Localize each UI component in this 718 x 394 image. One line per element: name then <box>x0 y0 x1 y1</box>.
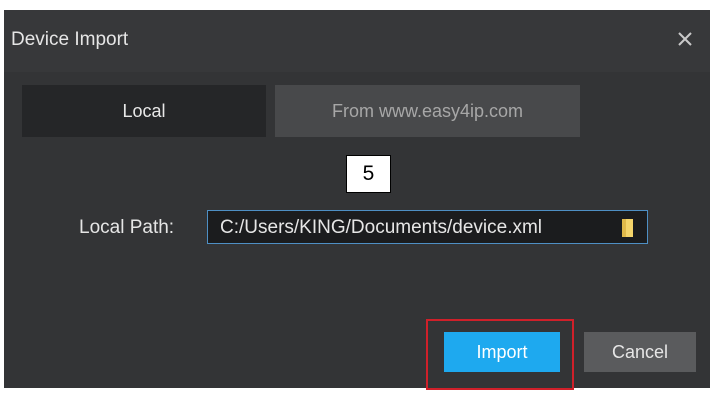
folder-icon[interactable] <box>621 218 635 238</box>
device-import-dialog: Device Import Local From www.easy4ip.com… <box>4 10 710 390</box>
cancel-button[interactable]: Cancel <box>584 332 696 372</box>
tab-from-easy4ip[interactable]: From www.easy4ip.com <box>275 85 580 137</box>
local-path-field[interactable]: C:/Users/KING/Documents/device.xml <box>207 210 648 244</box>
local-path-label: Local Path: <box>79 217 175 238</box>
local-path-value: C:/Users/KING/Documents/device.xml <box>220 217 543 238</box>
close-icon[interactable] <box>672 26 698 52</box>
dialog-titlebar: Device Import <box>4 10 710 72</box>
import-button[interactable]: Import <box>444 332 560 372</box>
tab-local[interactable]: Local <box>22 85 266 137</box>
step-number-marker: 5 <box>346 155 391 193</box>
dialog-title: Device Import <box>11 29 129 50</box>
